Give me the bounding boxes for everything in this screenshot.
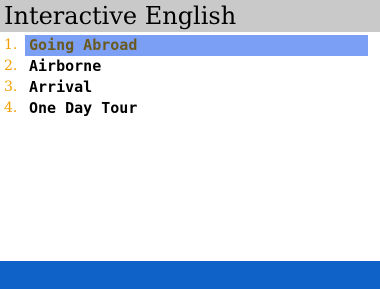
lesson-menu: 1. Going Abroad 2. Airborne 3. Arrival 4…: [0, 35, 380, 119]
menu-item-label: Going Abroad: [29, 36, 138, 54]
menu-item-arrival[interactable]: 3. Arrival: [0, 77, 380, 98]
menu-item-number: 1.: [4, 37, 18, 53]
title-bar: Interactive English: [0, 0, 380, 32]
menu-item-label: Airborne: [29, 57, 102, 75]
menu-item-going-abroad[interactable]: 1. Going Abroad: [0, 35, 380, 56]
menu-item-one-day-tour[interactable]: 4. One Day Tour: [0, 98, 380, 119]
menu-item-airborne[interactable]: 2. Airborne: [0, 56, 380, 77]
softkey-bar: [0, 261, 380, 289]
app-title: Interactive English: [4, 2, 237, 30]
menu-item-label: Arrival: [29, 78, 93, 96]
menu-item-number: 4.: [4, 100, 18, 116]
menu-item-number: 3.: [4, 79, 18, 95]
menu-item-number: 2.: [4, 58, 18, 74]
menu-item-label: One Day Tour: [29, 99, 138, 117]
